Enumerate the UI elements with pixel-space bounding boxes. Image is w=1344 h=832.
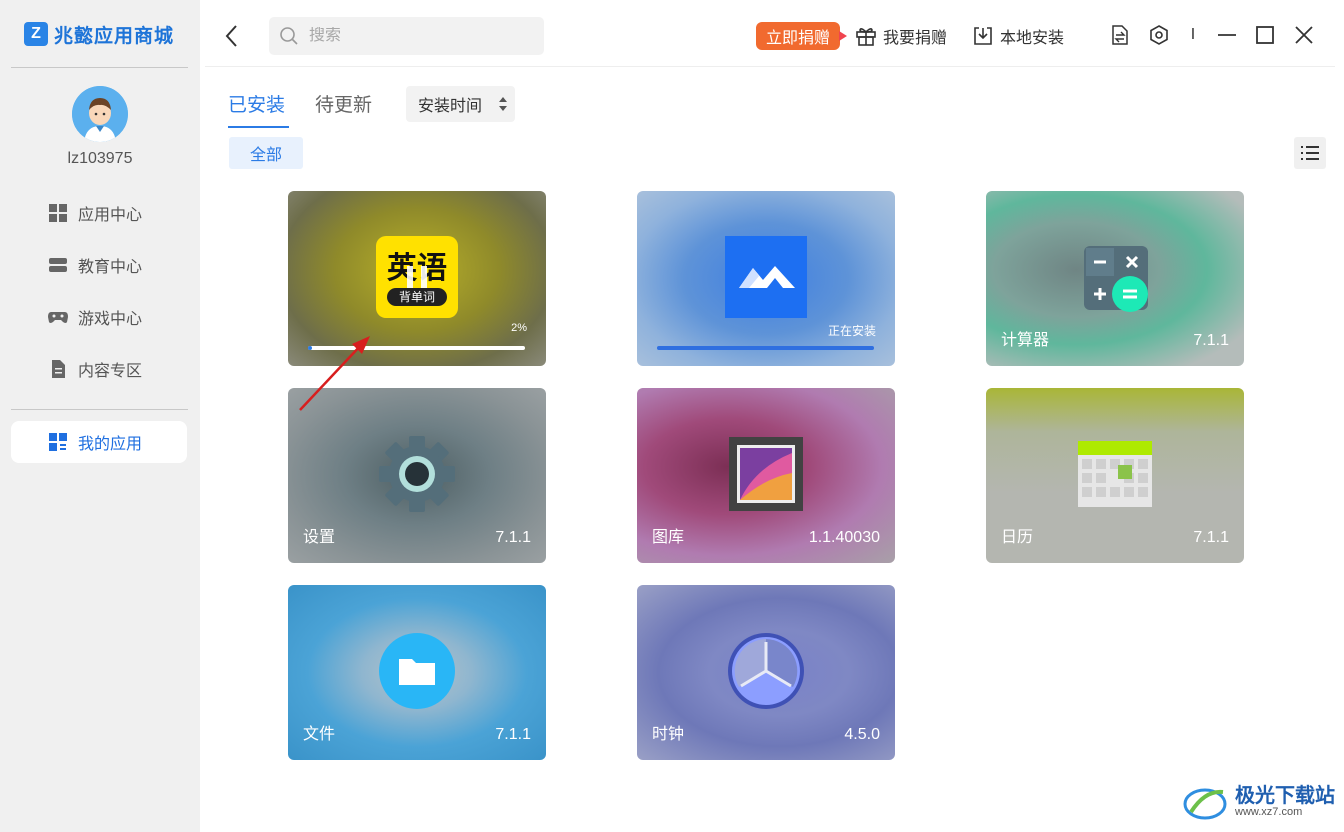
avatar[interactable] — [72, 86, 128, 142]
meeting-app-icon — [725, 236, 807, 318]
sort-arrows-icon — [499, 97, 507, 111]
sidebar-divider-top — [11, 67, 188, 68]
gift-label: 我要捐赠 — [883, 30, 948, 47]
app-name: 图库 — [652, 529, 685, 546]
sidebar-item-app-center[interactable]: 应用中心 — [11, 192, 187, 234]
settings-app-icon — [379, 436, 455, 512]
chevron-left-icon — [225, 25, 237, 47]
sidebar: Z 兆懿应用商城 lz103975 应用中心 教育中心 游戏中心 内容专区 我的… — [0, 0, 200, 832]
brand: Z 兆懿应用商城 — [24, 20, 174, 48]
app-card-calendar[interactable]: 日历 7.1.1 — [986, 388, 1244, 563]
files-app-icon — [379, 633, 455, 709]
watermark-logo-icon — [1183, 788, 1227, 820]
app-version: 7.1.1 — [495, 726, 531, 743]
book-icon — [49, 258, 67, 272]
hexagon-settings-icon — [1150, 25, 1168, 45]
sidebar-item-label: 我的应用 — [78, 436, 143, 453]
sidebar-item-label: 内容专区 — [78, 363, 143, 380]
icon-text-top: 英语 — [387, 251, 447, 286]
calendar-app-icon — [1078, 441, 1152, 507]
app-card-gallery[interactable]: 图库 1.1.40030 — [637, 388, 895, 563]
sidebar-item-label: 教育中心 — [78, 259, 143, 276]
clock-app-icon — [728, 633, 804, 709]
app-version: 4.5.0 — [844, 726, 880, 743]
sidebar-item-education[interactable]: 教育中心 — [11, 244, 187, 286]
grid-icon — [49, 204, 67, 222]
my-apps-icon — [49, 433, 67, 451]
english-words-app-icon: 英语 背单词 — [376, 236, 458, 318]
toolbar-separator: I — [1190, 26, 1196, 43]
close-button[interactable] — [1293, 24, 1315, 46]
sidebar-item-label: 应用中心 — [78, 207, 143, 224]
gift-icon — [856, 28, 876, 46]
app-card-calculator[interactable]: 计算器 7.1.1 — [986, 191, 1244, 366]
file-transfer-icon — [1112, 25, 1128, 45]
app-name: 时钟 — [652, 726, 685, 743]
app-version: 7.1.1 — [495, 529, 531, 546]
local-install-button[interactable]: 本地安装 — [972, 22, 1064, 50]
back-button[interactable] — [222, 24, 242, 48]
app-name: 日历 — [1001, 529, 1034, 546]
icon-text-bottom: 背单词 — [399, 290, 435, 304]
app-name: 设置 — [303, 529, 336, 546]
app-card-clock[interactable]: 时钟 4.5.0 — [637, 585, 895, 760]
sidebar-item-my-apps[interactable]: 我的应用 — [11, 421, 187, 463]
download-box-icon — [974, 27, 992, 45]
search-input[interactable] — [309, 27, 529, 45]
search-icon — [280, 27, 298, 45]
donate-now-badge[interactable]: 立即捐赠 — [756, 22, 848, 50]
calculator-app-icon — [1084, 246, 1148, 312]
settings-button[interactable] — [1148, 24, 1170, 46]
list-view-toggle[interactable] — [1294, 137, 1326, 169]
progress-fill — [657, 346, 874, 350]
sort-selected-value: 安装时间 — [418, 98, 483, 115]
app-version: 7.1.1 — [1193, 332, 1229, 349]
local-install-label: 本地安装 — [1000, 30, 1065, 47]
gallery-app-icon — [729, 437, 803, 511]
gift-button[interactable]: 我要捐赠 — [855, 22, 947, 50]
app-card-installing[interactable]: 正在安装 — [637, 191, 895, 366]
minimize-icon — [1218, 34, 1236, 36]
app-card-files[interactable]: 文件 7.1.1 — [288, 585, 546, 760]
sidebar-item-games[interactable]: 游戏中心 — [11, 296, 187, 338]
gamepad-icon — [48, 312, 68, 323]
avatar-icon — [72, 86, 128, 142]
app-name: 计算器 — [1001, 332, 1050, 349]
watermark: 极光下载站 www.xz7.com — [1183, 780, 1338, 824]
app-version: 7.1.1 — [1193, 529, 1229, 546]
list-icon — [1301, 146, 1319, 160]
file-transfer-button[interactable] — [1109, 24, 1131, 46]
watermark-url: www.xz7.com — [1235, 806, 1303, 818]
filter-all[interactable]: 全部 — [229, 137, 303, 169]
sidebar-divider-bottom — [11, 409, 188, 410]
document-icon — [52, 360, 65, 378]
tab-pending-update[interactable]: 待更新 — [315, 90, 372, 117]
app-card-settings[interactable]: 设置 7.1.1 — [288, 388, 546, 563]
tab-active-indicator — [228, 126, 289, 128]
search-box[interactable] — [269, 17, 544, 55]
install-status: 正在安装 — [827, 324, 876, 338]
username: lz103975 — [67, 150, 133, 167]
brand-logo-icon: Z — [24, 22, 48, 46]
maximize-button[interactable] — [1254, 24, 1276, 46]
close-icon — [1295, 26, 1313, 44]
app-version: 1.1.40030 — [808, 529, 880, 546]
watermark-title: 极光下载站 — [1235, 785, 1335, 807]
sidebar-item-content[interactable]: 内容专区 — [11, 348, 187, 390]
download-percent: 2% — [511, 322, 527, 334]
sidebar-item-label: 游戏中心 — [78, 311, 143, 328]
brand-name: 兆懿应用商城 — [54, 25, 175, 47]
tab-installed[interactable]: 已安装 — [228, 90, 285, 117]
annotation-arrow-icon — [299, 336, 370, 411]
header-divider — [205, 66, 1335, 67]
minimize-button[interactable] — [1216, 24, 1238, 46]
maximize-icon — [1256, 26, 1274, 44]
install-progress-bar — [657, 346, 874, 350]
app-name: 文件 — [303, 726, 336, 743]
sort-select[interactable]: 安装时间 — [406, 86, 515, 122]
